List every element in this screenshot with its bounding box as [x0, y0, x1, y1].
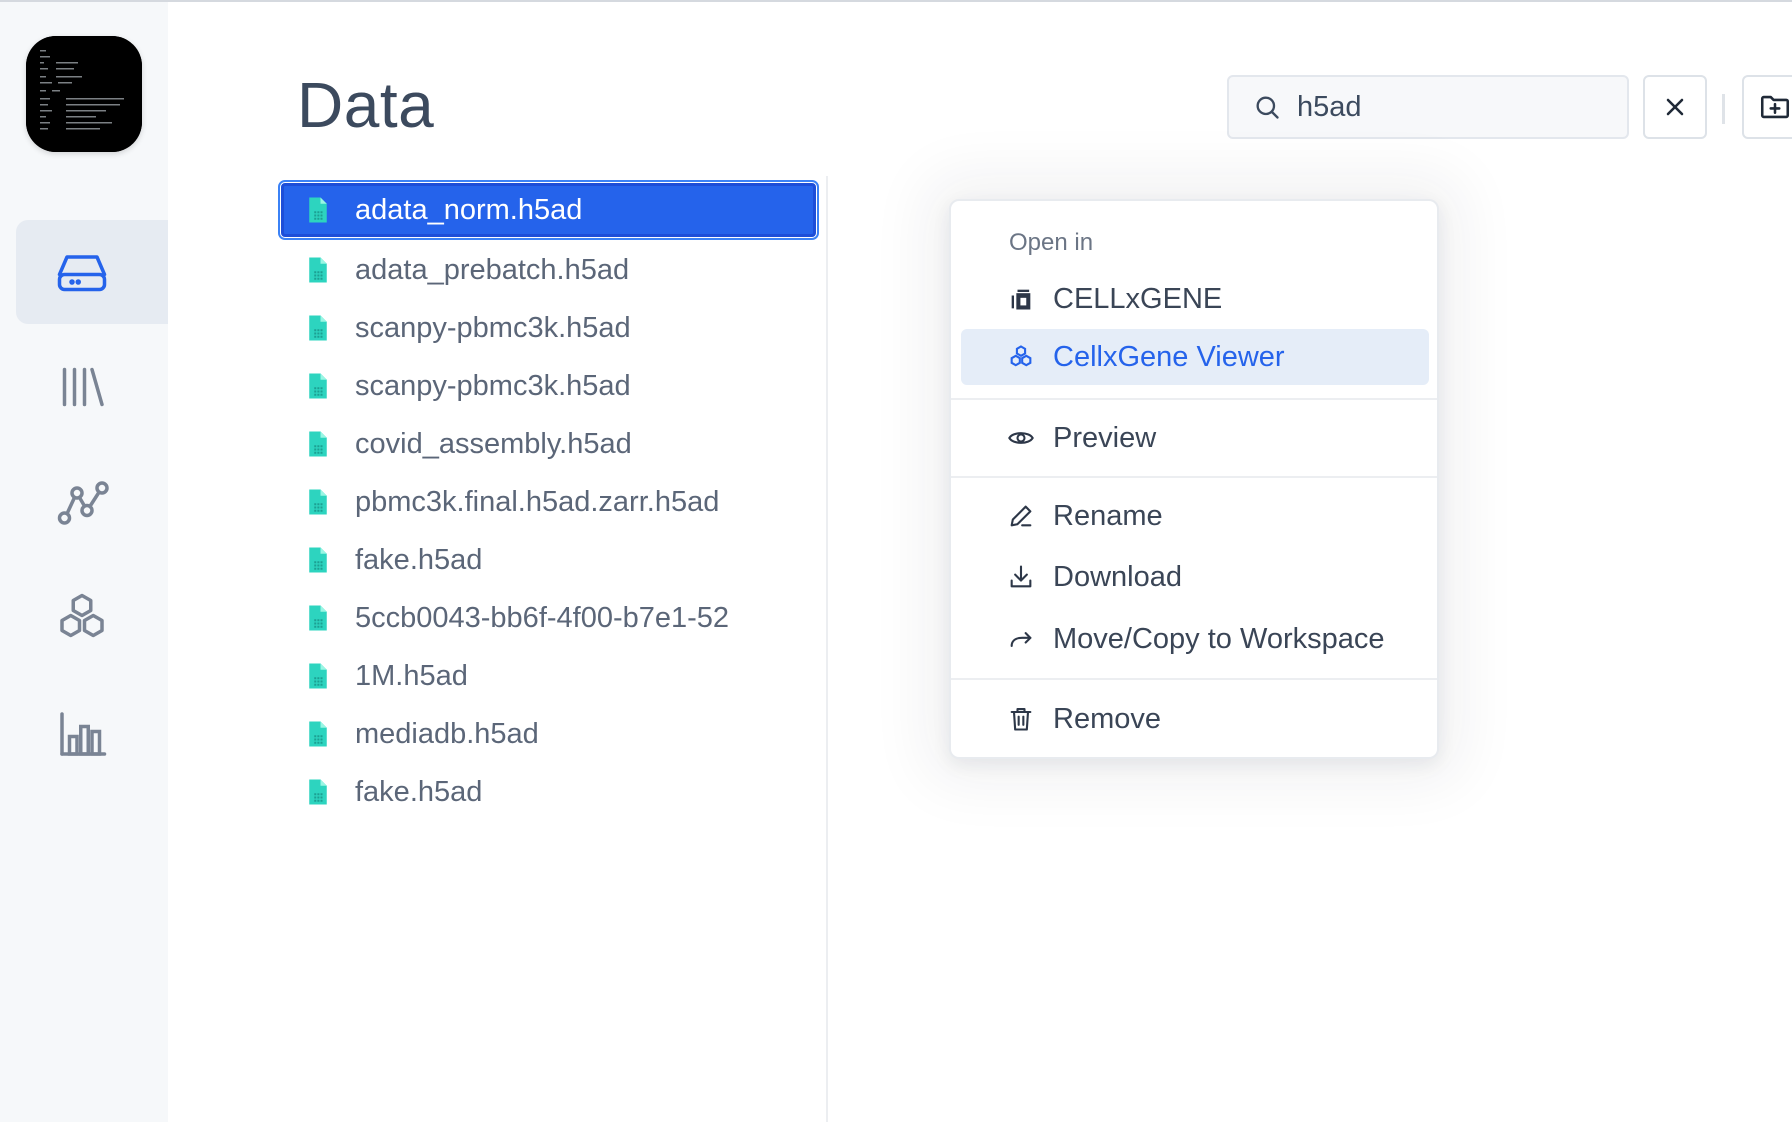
- hexagons-icon: [1010, 345, 1032, 367]
- pencil-icon: [1010, 505, 1032, 527]
- menu-item-cellxgene-viewer[interactable]: CellxGene Viewer: [961, 329, 1429, 385]
- search-box[interactable]: [1227, 75, 1629, 139]
- file-row[interactable]: pbmc3k.final.h5ad.zarr.h5ad: [281, 473, 816, 531]
- menu-item-label: CellxGene Viewer: [1053, 340, 1285, 373]
- workflow-icon: [57, 481, 109, 525]
- folder-plus-icon: [1760, 95, 1790, 119]
- sidebar-item-library[interactable]: [16, 335, 168, 439]
- terminal-logo-icon: [26, 36, 142, 152]
- file-list: adata_norm.h5ad adata_prebatch.h5adscanpy…: [278, 180, 819, 821]
- menu-separator: [951, 398, 1437, 400]
- file-icon: [309, 373, 327, 399]
- main-content: Data adata_norm.h5ad adata_prebatch.h5ads…: [168, 2, 1792, 1122]
- sidebar-item-data[interactable]: [16, 220, 168, 324]
- file-row[interactable]: fake.h5ad: [281, 763, 816, 821]
- file-name: covid_assembly.h5ad: [355, 427, 632, 460]
- download-icon: [1010, 565, 1032, 588]
- menu-separator: [951, 678, 1437, 680]
- share-arrow-icon: [1010, 632, 1032, 648]
- sidebar-item-plugins[interactable]: [16, 566, 168, 670]
- file-name: adata_norm.h5ad: [355, 193, 583, 226]
- menu-item-label: CELLxGENE: [1053, 282, 1223, 315]
- hexagons-icon: [60, 593, 104, 638]
- menu-item-label: Preview: [1053, 421, 1157, 454]
- menu-item-label: Download: [1053, 560, 1182, 593]
- file-row[interactable]: fake.h5ad: [281, 531, 816, 589]
- file-icon: [309, 257, 327, 283]
- file-row[interactable]: scanpy-pbmc3k.h5ad: [281, 357, 816, 415]
- file-row[interactable]: 5ccb0043-bb6f-4f00-b7e1-52: [281, 589, 816, 647]
- file-name: 1M.h5ad: [355, 659, 468, 692]
- file-icon: [309, 721, 327, 747]
- bar-chart-icon: [60, 712, 107, 756]
- search-icon: [1256, 96, 1279, 119]
- drive-icon: [57, 255, 107, 292]
- file-name: 5ccb0043-bb6f-4f00-b7e1-52: [355, 601, 730, 634]
- sidebar: [0, 2, 168, 1122]
- context-menu: Open in CELLxGENE CellxGene Viewer Previ…: [949, 199, 1439, 759]
- app-logo[interactable]: [26, 36, 142, 152]
- file-name: mediadb.h5ad: [355, 717, 539, 750]
- sidebar-item-workflows[interactable]: [16, 451, 168, 555]
- menu-item-label: Remove: [1053, 702, 1161, 735]
- open-in-label: Open in: [1009, 229, 1094, 256]
- file-icon: [309, 779, 327, 805]
- eye-icon: [1008, 432, 1034, 444]
- pane-divider: [826, 176, 828, 1122]
- menu-item-label: Rename: [1053, 499, 1163, 532]
- file-name: scanpy-pbmc3k.h5ad: [355, 311, 631, 344]
- menu-item-rename[interactable]: Rename: [961, 488, 1429, 544]
- trash-icon: [1010, 708, 1032, 731]
- file-name: pbmc3k.final.h5ad.zarr.h5ad: [355, 485, 720, 518]
- file-icon: [309, 605, 327, 631]
- toolbar-divider: [1722, 94, 1725, 124]
- file-icon: [309, 663, 327, 689]
- file-icon: [309, 197, 327, 223]
- menu-item-cellxgene[interactable]: CELLxGENE: [961, 271, 1429, 327]
- file-icon: [309, 489, 327, 515]
- library-icon: [62, 367, 104, 407]
- file-row[interactable]: adata_prebatch.h5ad: [281, 241, 816, 299]
- file-icon: [309, 547, 327, 573]
- file-name: fake.h5ad: [355, 543, 483, 576]
- page-title: Data: [297, 69, 435, 141]
- sidebar-item-analytics[interactable]: [16, 682, 168, 786]
- file-row[interactable]: scanpy-pbmc3k.h5ad: [281, 299, 816, 357]
- file-icon: [309, 431, 327, 457]
- file-row[interactable]: covid_assembly.h5ad: [281, 415, 816, 473]
- menu-separator: [951, 476, 1437, 478]
- file-row[interactable]: mediadb.h5ad: [281, 705, 816, 763]
- search-input[interactable]: [1297, 90, 1597, 124]
- file-row[interactable]: 1M.h5ad: [281, 647, 816, 705]
- close-icon: [1666, 98, 1684, 116]
- file-row[interactable]: adata_norm.h5ad: [278, 180, 819, 240]
- file-name: fake.h5ad: [355, 775, 483, 808]
- menu-item-move-copy[interactable]: Move/Copy to Workspace: [961, 611, 1429, 667]
- file-name: adata_prebatch.h5ad: [355, 253, 630, 286]
- cellxgene-icon: [1011, 289, 1031, 310]
- menu-item-download[interactable]: Download: [961, 549, 1429, 605]
- menu-item-label: Move/Copy to Workspace: [1053, 622, 1385, 655]
- file-icon: [309, 315, 327, 341]
- menu-item-remove[interactable]: Remove: [961, 691, 1429, 747]
- file-name: scanpy-pbmc3k.h5ad: [355, 369, 631, 402]
- clear-search-button[interactable]: [1643, 75, 1707, 139]
- menu-item-preview[interactable]: Preview: [961, 410, 1429, 466]
- new-folder-button[interactable]: [1742, 75, 1792, 139]
